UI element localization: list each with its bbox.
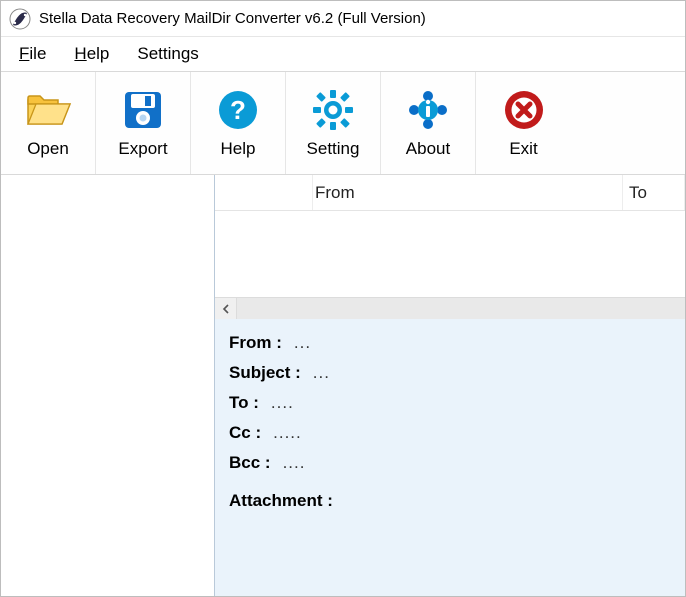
- svg-text:?: ?: [230, 95, 246, 125]
- info-icon: [404, 87, 452, 133]
- toolbar: Open Export ? Help: [1, 71, 685, 175]
- folder-open-icon: [24, 87, 72, 133]
- help-label: Help: [221, 139, 256, 159]
- bcc-value: ....: [283, 453, 306, 473]
- export-label: Export: [118, 139, 167, 159]
- export-button[interactable]: Export: [96, 72, 191, 174]
- subject-value: ...: [313, 363, 330, 383]
- bcc-label: Bcc :: [229, 453, 271, 473]
- gear-icon: [309, 87, 357, 133]
- grid-hscrollbar[interactable]: [215, 297, 685, 319]
- from-label: From :: [229, 333, 282, 353]
- message-details: From :... Subject :... To :.... Cc :....…: [215, 319, 685, 596]
- setting-button[interactable]: Setting: [286, 72, 381, 174]
- about-label: About: [406, 139, 450, 159]
- save-icon: [119, 87, 167, 133]
- grid-body[interactable]: [215, 211, 685, 297]
- help-button[interactable]: ? Help: [191, 72, 286, 174]
- exit-label: Exit: [509, 139, 537, 159]
- menu-file[interactable]: File: [19, 44, 46, 64]
- menu-help[interactable]: Help: [74, 44, 109, 64]
- exit-button[interactable]: Exit: [476, 72, 571, 174]
- close-icon: [500, 87, 548, 133]
- from-value: ...: [294, 333, 311, 353]
- to-value: ....: [271, 393, 294, 413]
- subject-label: Subject :: [229, 363, 301, 383]
- app-icon: [9, 8, 31, 30]
- window-title: Stella Data Recovery MailDir Converter v…: [39, 10, 426, 27]
- menubar: File Help Settings: [1, 37, 685, 71]
- setting-label: Setting: [307, 139, 360, 159]
- folder-tree[interactable]: [1, 175, 215, 596]
- menu-settings[interactable]: Settings: [137, 44, 198, 64]
- titlebar: Stella Data Recovery MailDir Converter v…: [1, 1, 685, 37]
- cc-value: .....: [273, 423, 302, 443]
- right-pane: From To From :... Subject :... To :.... …: [215, 175, 685, 596]
- attachment-label: Attachment :: [229, 491, 333, 511]
- content-area: From To From :... Subject :... To :.... …: [1, 175, 685, 596]
- scroll-left-icon[interactable]: [215, 298, 237, 319]
- grid-col-to[interactable]: To: [623, 175, 685, 210]
- grid-col-checkbox[interactable]: [215, 175, 313, 210]
- open-label: Open: [27, 139, 69, 159]
- help-icon: ?: [214, 87, 262, 133]
- to-label: To :: [229, 393, 259, 413]
- open-button[interactable]: Open: [1, 72, 96, 174]
- cc-label: Cc :: [229, 423, 261, 443]
- scroll-track[interactable]: [237, 298, 685, 319]
- app-window: Stella Data Recovery MailDir Converter v…: [0, 0, 686, 597]
- about-button[interactable]: About: [381, 72, 476, 174]
- grid-header: From To: [215, 175, 685, 211]
- message-grid: From To: [215, 175, 685, 319]
- grid-col-from[interactable]: From: [313, 175, 623, 210]
